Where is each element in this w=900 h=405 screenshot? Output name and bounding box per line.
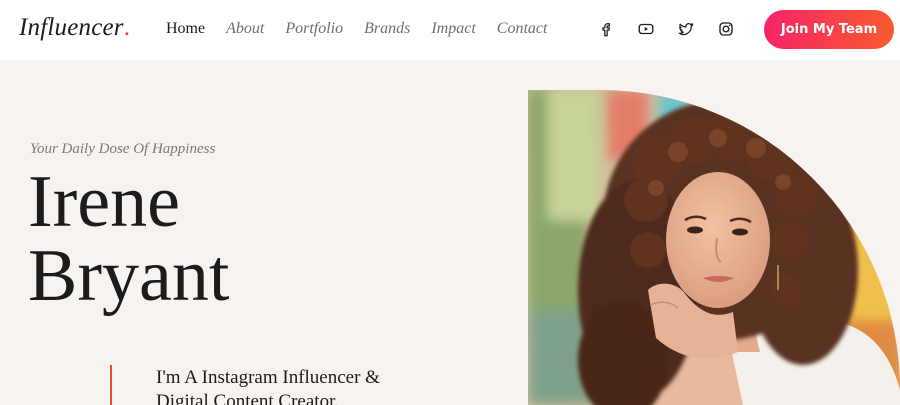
social-links	[596, 19, 756, 39]
hero-bio-line1: I'm A Instagram Influencer &	[156, 367, 380, 388]
nav-about[interactable]: About	[226, 19, 264, 39]
hero-name: Irene Bryant	[28, 165, 229, 313]
accent-divider	[110, 365, 112, 405]
youtube-icon[interactable]	[636, 19, 656, 39]
hero-portrait-image	[528, 90, 900, 405]
hero-bio-line2: Digital Content Creator.	[156, 391, 340, 405]
nav-home[interactable]: Home	[166, 19, 205, 39]
site-header: Influencer. Home About Portfolio Brands …	[0, 0, 900, 60]
hero-name-first: Irene	[28, 161, 180, 243]
hero-bio: I'm A Instagram Influencer & Digital Con…	[156, 366, 380, 405]
logo-dot: .	[123, 14, 131, 41]
join-team-button[interactable]: Join My Team	[764, 10, 894, 49]
logo-text: Influencer	[19, 14, 124, 41]
nav-impact[interactable]: Impact	[431, 19, 475, 39]
nav-portfolio[interactable]: Portfolio	[285, 19, 343, 39]
hero-tagline: Your Daily Dose Of Happiness	[30, 141, 216, 157]
logo[interactable]: Influencer.	[19, 14, 130, 42]
twitter-icon[interactable]	[676, 19, 696, 39]
facebook-icon[interactable]	[596, 19, 616, 39]
nav-contact[interactable]: Contact	[497, 19, 548, 39]
nav-brands[interactable]: Brands	[364, 19, 410, 39]
hero-name-last: Bryant	[28, 235, 230, 317]
main-nav: Home About Portfolio Brands Impact Conta…	[166, 19, 568, 39]
instagram-icon[interactable]	[716, 19, 736, 39]
